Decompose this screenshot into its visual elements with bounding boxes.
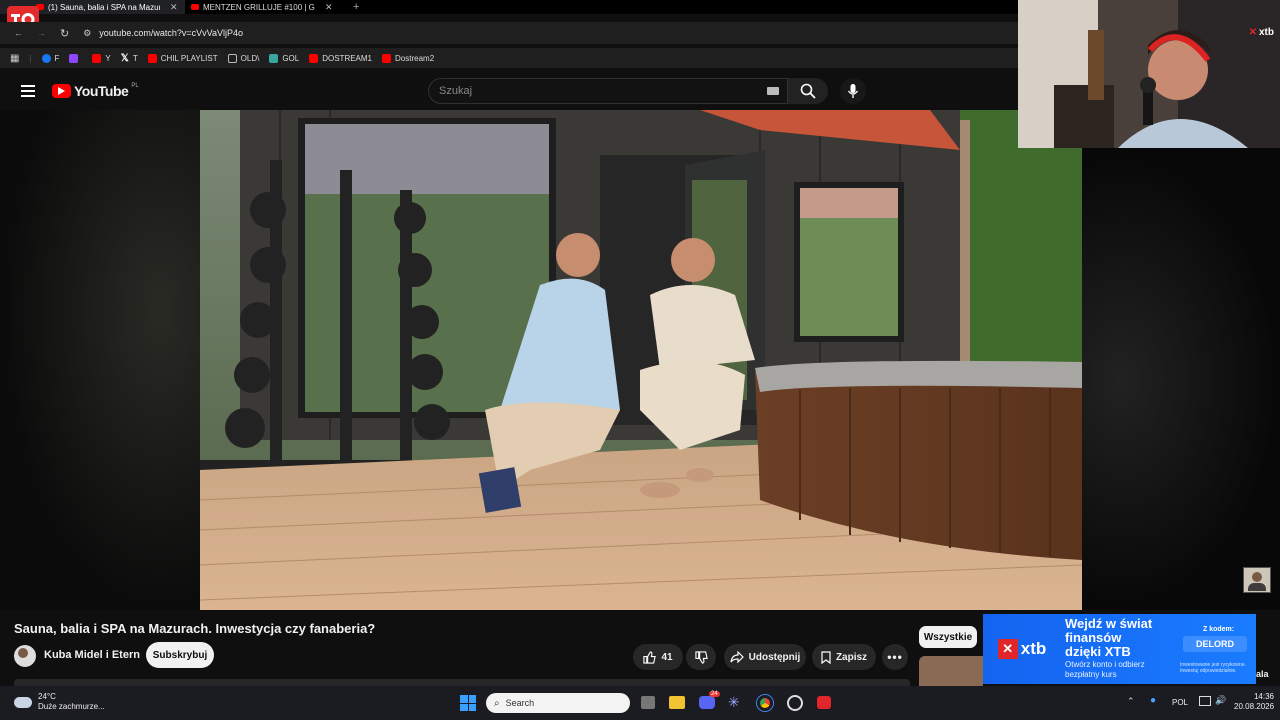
subscribe-button[interactable]: Subskrybuj [146,642,214,668]
chrome-icon[interactable] [757,695,773,711]
xtb-brand-badge: ✕ xtb [1248,27,1274,38]
bookmark-item[interactable] [69,53,82,63]
tray-chevron-icon[interactable]: ⌃ [1127,696,1135,707]
network-icon[interactable] [1199,696,1211,706]
ad-disclaimer: Inwestowanie jest ryzykowne. Inwestuj od… [1180,662,1246,674]
tray-mic-icon[interactable]: ● [1150,695,1156,706]
share-icon [730,651,744,663]
youtube-icon [382,53,392,63]
xtb-logo-icon: ✕ [997,639,1018,659]
back-icon[interactable]: ← [14,28,23,38]
apps-grid-icon[interactable]: ▦ [10,53,19,64]
discord-badge: 24 [709,691,720,697]
facebook-icon [41,53,51,63]
perplexity-icon[interactable]: ✳ [728,694,740,711]
search-icon: ⌕ [494,697,500,709]
youtube-play-icon [52,84,71,98]
like-button[interactable]: 41 [633,644,683,670]
dislike-button[interactable] [686,644,716,670]
site-info-icon[interactable]: ⚙ [83,28,91,39]
x-icon: 𝕏 [120,52,129,64]
video-scene-image [200,110,1082,610]
twitch-icon [69,53,79,63]
ad-headline: Wejdź w świat finansów dzięki XTB [1065,616,1153,659]
bookmark-item[interactable]: DOSTREAM1 [309,53,372,63]
start-button[interactable] [460,695,476,711]
player-overlay-avatar[interactable] [1243,567,1271,593]
youtube-favicon-icon [191,4,199,10]
bookmarks-bar: ▦ | F Y 𝕏T CHIL PLAYLIST OLD\ GOL DOSTRE… [0,48,1018,68]
task-view-icon[interactable] [641,696,655,709]
ad-subtext: Otwórz konto i odbierz bezpłatny kurs [1065,660,1145,679]
save-button[interactable]: Zapisz [812,644,876,670]
recommended-thumbnail[interactable] [919,656,983,686]
close-tab-icon[interactable]: ✕ [325,2,333,13]
volume-icon[interactable]: 🔊 [1215,695,1226,706]
language-indicator[interactable]: POL [1172,698,1188,707]
cloud-icon [14,696,32,708]
folder-icon [227,53,237,63]
xtb-advertisement[interactable]: ✕ xtb Wejdź w świat finansów dzięki XTB … [983,614,1256,684]
taskbar-search[interactable]: ⌕ Search [486,693,630,713]
bookmark-item[interactable]: F [41,53,59,63]
app-red-icon[interactable] [817,696,831,709]
ad-code-box: DELORD [1183,636,1247,652]
tab-title: (1) Sauna, balia i SPA na Mazurach [48,2,160,12]
weather-widget[interactable]: 24°C Duże zachmurze... [14,692,105,712]
video-frame[interactable] [200,110,1082,610]
channel-name[interactable]: Kuba Midel i Etern [44,649,140,661]
bookmark-icon [821,650,831,664]
video-title: Sauna, balia i SPA na Mazurach. Inwestyc… [14,621,376,636]
windows-taskbar: 24°C Duże zachmurze... ⌕ Search 24 ✳ ⌃ ●… [0,686,1280,720]
discord-icon[interactable] [699,696,715,709]
url-field[interactable]: youtube.com/watch?v=cVvVaVljP4o [99,28,243,38]
file-explorer-icon[interactable] [669,696,685,709]
youtube-logo[interactable]: YouTube PL [52,83,139,99]
filter-chip-all[interactable]: Wszystkie [919,626,977,648]
app-icon[interactable] [787,695,803,711]
close-tab-icon[interactable]: ✕ [170,2,178,13]
address-bar-row: ← → ↻ ⚙ youtube.com/watch?v=cVvVaVljP4o [0,22,1018,44]
thumbs-up-icon [643,650,657,664]
tab-title: MENTZEN GRILLUJE #100 | Gol [203,2,315,12]
thumbs-down-icon [694,650,708,664]
reload-icon[interactable]: ↻ [60,27,69,40]
tab-inactive[interactable]: MENTZEN GRILLUJE #100 | Gol ✕ [185,0,345,14]
bookmark-item[interactable]: 𝕏T [121,53,138,64]
new-tab-button[interactable]: + [353,1,359,13]
search-icon [800,83,816,99]
progress-strip [14,679,910,686]
ad-code-label: Z kodem: [1203,626,1235,633]
channel-avatar[interactable] [14,645,36,667]
bookmark-folder[interactable]: OLD\ [227,53,259,63]
xtb-ad-logo: ✕ xtb [983,614,1061,684]
hamburger-menu-icon[interactable] [21,85,35,97]
search-button[interactable] [788,78,828,104]
more-actions-button[interactable]: ••• [882,644,908,670]
bookmark-item[interactable]: Dostream2 [382,53,434,63]
clock[interactable]: 14:36 20.08.2026 [1234,692,1274,712]
share-button[interactable]: Udostępnij [724,644,806,670]
streamer-webcam: ✕ xtb [1018,0,1280,148]
youtube-icon [147,53,157,63]
search-input[interactable]: Szukaj [428,78,788,104]
bookmark-item[interactable]: CHIL PLAYLIST [147,53,218,63]
browser-tab-strip: (1) Sauna, balia i SPA na Mazurach ✕ MEN… [0,0,1018,14]
forward-icon[interactable]: → [37,28,46,38]
bookmark-item[interactable]: GOL [269,53,299,63]
gol-icon [269,53,279,63]
xtb-logo-icon: ✕ [1248,27,1257,38]
keyboard-icon[interactable] [767,87,779,95]
more-icon: ••• [887,650,903,664]
microphone-icon [847,84,859,98]
bookmark-item[interactable]: Y [92,53,111,63]
voice-search-button[interactable] [840,78,866,104]
recommended-title-fragment[interactable]: ala [1256,669,1269,679]
youtube-icon [92,53,102,63]
windows-logo-icon [460,695,468,703]
youtube-icon [309,53,319,63]
